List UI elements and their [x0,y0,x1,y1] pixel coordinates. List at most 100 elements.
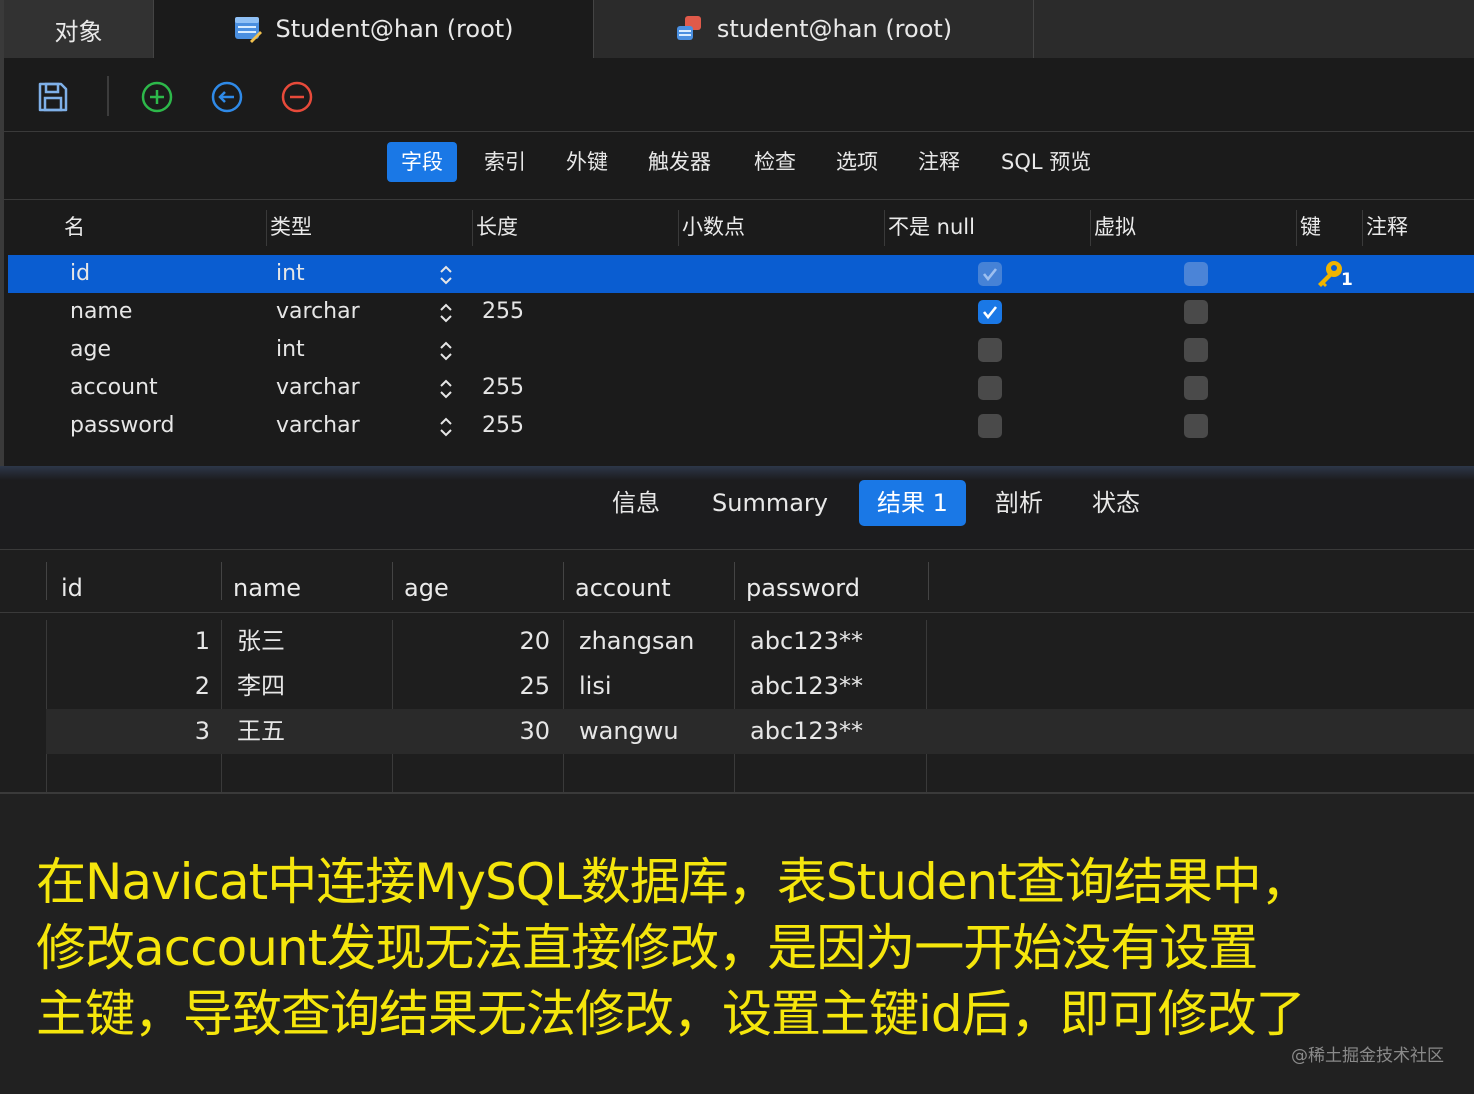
result-header-password[interactable]: password [746,560,860,616]
result-tab-bar: 信息 Summary 结果 1 剖析 状态 [0,466,1474,550]
not-null-checkbox[interactable] [978,300,1002,324]
field-name-cell[interactable]: age [70,331,111,369]
field-row-id[interactable]: id int 1 [8,255,1474,293]
cell-id[interactable]: 2 [46,664,210,709]
tab-profile[interactable]: 剖析 [977,480,1061,526]
save-button[interactable] [36,80,70,114]
type-stepper-icon[interactable] [437,264,455,286]
tab-checks[interactable]: 检查 [740,142,810,182]
arrow-left-circle-icon [211,81,243,113]
cell-age[interactable]: 25 [392,664,550,709]
virtual-checkbox[interactable] [1184,414,1208,438]
cell-id[interactable]: 1 [46,619,210,664]
result-row-1[interactable]: 1 张三 20 zhangsan abc123** [46,619,1474,664]
tab-student-table[interactable]: Student@han (root) [154,0,594,58]
cell-name[interactable]: 李四 [237,664,285,709]
field-type-cell[interactable]: int [276,255,305,293]
result-row-2[interactable]: 2 李四 25 lisi abc123** [46,664,1474,709]
type-stepper-icon[interactable] [437,416,455,438]
tab-indexes[interactable]: 索引 [470,142,540,182]
tab-info[interactable]: 信息 [594,480,678,526]
result-header-id[interactable]: id [61,560,83,616]
field-name-cell[interactable]: id [70,255,90,293]
type-stepper-icon[interactable] [437,302,455,324]
tab-objects[interactable]: 对象 [0,0,154,58]
cell-password[interactable]: abc123** [750,664,863,709]
header-length[interactable]: 长度 [476,200,518,254]
header-comment[interactable]: 注释 [1366,200,1408,254]
header-decimals[interactable]: 小数点 [682,200,745,254]
virtual-checkbox[interactable] [1184,338,1208,362]
tab-summary[interactable]: Summary [694,480,846,526]
cell-password[interactable]: abc123** [750,619,863,664]
result-row-3[interactable]: 3 王五 30 wangwu abc123** [46,709,1474,754]
tab-result-1[interactable]: 结果 1 [859,480,966,526]
result-header-name[interactable]: name [233,560,301,616]
field-length-cell[interactable]: 255 [482,293,524,331]
field-length-cell[interactable]: 255 [482,369,524,407]
not-null-checkbox[interactable] [978,414,1002,438]
field-type-cell[interactable]: varchar [276,293,360,331]
tab-comment[interactable]: 注释 [904,142,974,182]
header-divider [928,562,929,600]
tab-foreign-keys[interactable]: 外键 [552,142,622,182]
not-null-checkbox[interactable] [978,376,1002,400]
field-row-password[interactable]: password varchar 255 [8,407,1474,445]
tab-triggers[interactable]: 触发器 [634,142,725,182]
not-null-checkbox[interactable] [978,338,1002,362]
tab-status[interactable]: 状态 [1074,480,1158,526]
type-stepper-icon[interactable] [437,378,455,400]
delete-field-button[interactable] [280,80,314,114]
field-row-name[interactable]: name varchar 255 [8,293,1474,331]
insert-field-button[interactable] [210,80,244,114]
cell-name[interactable]: 张三 [237,619,285,664]
cell-id[interactable]: 3 [46,709,210,754]
field-length-cell[interactable]: 255 [482,407,524,445]
field-type-cell[interactable]: varchar [276,369,360,407]
header-virtual[interactable]: 虚拟 [1094,200,1136,254]
cell-age[interactable]: 20 [392,619,550,664]
plus-circle-icon [141,81,173,113]
tab-student-query[interactable]: student@han (root) [594,0,1034,58]
cell-name[interactable]: 王五 [237,709,285,754]
virtual-checkbox[interactable] [1184,376,1208,400]
table-design-icon [235,17,263,43]
result-header-account[interactable]: account [575,560,671,616]
tab-student-query-label: student@han (root) [716,15,953,43]
cell-account[interactable]: lisi [579,664,612,709]
field-row-account[interactable]: account varchar 255 [8,369,1474,407]
tab-sql-preview[interactable]: SQL 预览 [987,142,1105,182]
header-name[interactable]: 名 [64,200,85,254]
header-key[interactable]: 键 [1300,200,1321,254]
type-stepper-icon[interactable] [437,340,455,362]
caption-line-2: 修改account发现无法直接修改，是因为一开始没有设置 [36,919,1258,977]
tab-fields[interactable]: 字段 [387,142,457,182]
cell-account[interactable]: wangwu [579,709,679,754]
virtual-checkbox[interactable] [1184,262,1208,286]
not-null-checkbox[interactable] [978,262,1002,286]
header-divider [472,210,473,246]
header-type[interactable]: 类型 [270,200,312,254]
field-name-cell[interactable]: account [70,369,158,407]
field-name-cell[interactable]: password [70,407,174,445]
cell-age[interactable]: 30 [392,709,550,754]
cell-password[interactable]: abc123** [750,709,863,754]
field-type-cell[interactable]: varchar [276,407,360,445]
virtual-checkbox[interactable] [1184,300,1208,324]
caption-line-1: 在Navicat中连接MySQL数据库，表Student查询结果中， [36,853,1311,911]
add-field-button[interactable] [140,80,174,114]
caption-overlay: 在Navicat中连接MySQL数据库，表Student查询结果中， 修改acc… [0,792,1474,1094]
field-type-cell[interactable]: int [276,331,305,369]
header-divider [1296,210,1297,246]
field-row-age[interactable]: age int [8,331,1474,369]
cell-account[interactable]: zhangsan [579,619,694,664]
save-icon [38,82,68,112]
result-header-age[interactable]: age [404,560,449,616]
tab-options[interactable]: 选项 [822,142,892,182]
header-bottom-border [0,612,1474,613]
minus-circle-icon [281,81,313,113]
field-name-cell[interactable]: name [70,293,132,331]
header-not-null[interactable]: 不是 null [888,200,975,254]
tab-student-table-label: Student@han (root) [275,15,514,43]
header-divider [563,562,564,600]
